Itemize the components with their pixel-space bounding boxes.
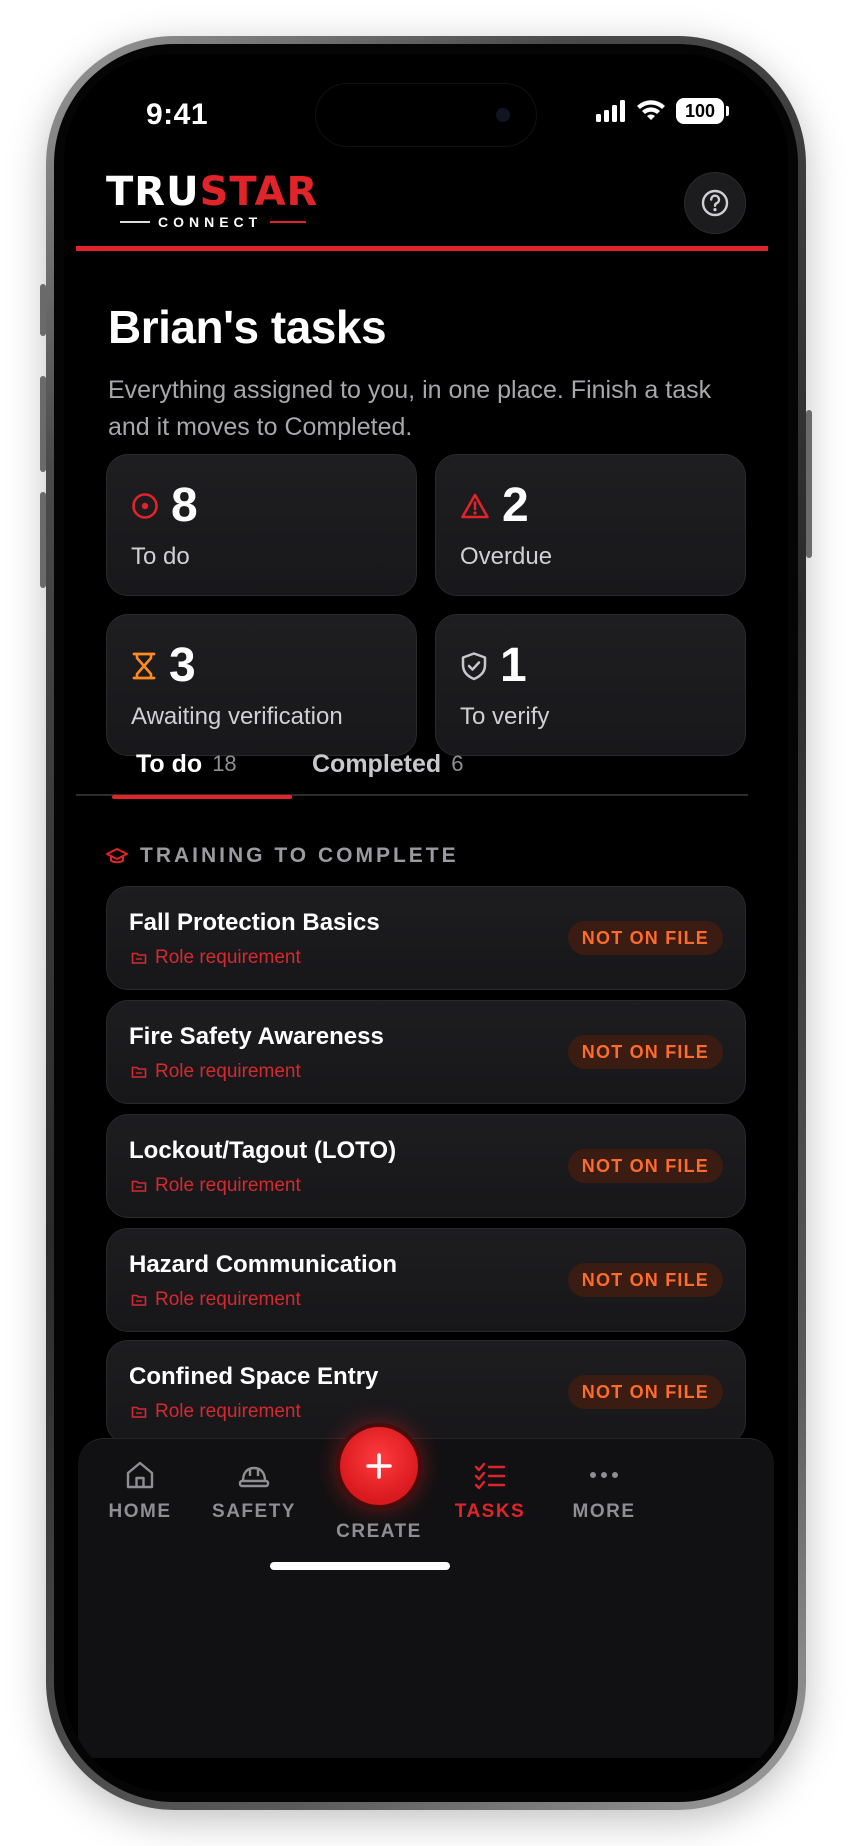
active-tab-indicator <box>112 795 292 799</box>
nav-tasks[interactable]: TASKS <box>430 1459 550 1523</box>
logo-text-star: STAR <box>199 169 319 215</box>
battery-icon: 100 <box>676 98 729 124</box>
stat-value: 2 <box>502 479 529 532</box>
folder-icon <box>131 1406 147 1418</box>
shield-check-icon <box>461 652 487 681</box>
camera-dot <box>496 108 510 122</box>
app-screen: 9:41 100 TRUSTAR CONNECT Brian's tasks E… <box>64 54 788 1792</box>
folder-icon <box>131 1180 147 1192</box>
checklist-icon <box>474 1462 506 1490</box>
status-time: 9:41 <box>146 98 209 131</box>
hourglass-icon <box>132 652 156 680</box>
section-title: TRAINING TO COMPLETE <box>140 844 459 867</box>
task-tag-label: Role requirement <box>155 1289 301 1310</box>
stats-grid: 8 To do 2 Overdue 3 Awaiting verificatio… <box>106 454 746 756</box>
help-button[interactable] <box>684 172 746 234</box>
hard-hat-icon <box>238 1466 270 1488</box>
nav-home[interactable]: HOME <box>80 1459 200 1523</box>
task-tag-label: Role requirement <box>155 1175 301 1196</box>
list-item[interactable]: Lockout/Tagout (LOTO) Role requirement N… <box>106 1114 746 1218</box>
volume-down-button <box>40 492 46 588</box>
tab-to-do[interactable]: To do 18 <box>112 732 292 799</box>
stat-value: 8 <box>171 479 198 532</box>
status-badge: NOT ON FILE <box>567 1035 723 1069</box>
dynamic-island <box>316 84 536 146</box>
tab-count: 18 <box>212 751 237 776</box>
create-button[interactable] <box>340 1427 418 1505</box>
status-badge: NOT ON FILE <box>567 1149 723 1183</box>
task-tag: Role requirement <box>131 1175 301 1197</box>
power-button <box>806 410 812 558</box>
status-badge: NOT ON FILE <box>567 1375 723 1409</box>
list-item[interactable]: Fire Safety Awareness Role requirement N… <box>106 1000 746 1104</box>
logo-text-tru: TRU <box>106 169 200 215</box>
logo-subtext: CONNECT <box>158 214 263 230</box>
folder-icon <box>131 1066 147 1078</box>
nav-more[interactable]: MORE <box>544 1459 664 1523</box>
task-title: Fall Protection Basics <box>129 909 380 936</box>
nav-label: MORE <box>572 1501 636 1522</box>
wifi-icon <box>637 100 665 120</box>
task-tag: Role requirement <box>131 1289 301 1311</box>
task-title: Fire Safety Awareness <box>129 1023 384 1050</box>
list-item[interactable]: Hazard Communication Role requirement NO… <box>106 1228 746 1332</box>
status-badge: NOT ON FILE <box>567 1263 723 1297</box>
task-tag-label: Role requirement <box>155 1401 301 1422</box>
home-indicator[interactable] <box>270 1562 450 1570</box>
page-subtitle: Everything assigned to you, in one place… <box>108 376 712 441</box>
task-tabs: To do 18 Completed 6 <box>76 732 748 799</box>
home-icon <box>126 1461 154 1489</box>
tab-count: 6 <box>451 751 464 776</box>
tab-label: To do <box>136 749 203 778</box>
tab-label: Completed <box>312 749 442 778</box>
bottom-tab-bar: HOME SAFETY CREATE TASKS MORE <box>78 1427 774 1758</box>
trustar-logo: TRUSTAR CONNECT <box>106 172 318 230</box>
folder-icon <box>131 1294 147 1306</box>
task-tag: Role requirement <box>131 1401 301 1423</box>
list-item[interactable]: Confined Space Entry Role requirement NO… <box>106 1340 746 1444</box>
graduation-cap-icon <box>106 848 128 864</box>
task-title: Hazard Communication <box>129 1251 398 1278</box>
section-heading: TRAINING TO COMPLETE <box>106 844 459 868</box>
task-title: Lockout/Tagout (LOTO) <box>129 1137 397 1164</box>
nav-label: TASKS <box>454 1501 526 1522</box>
stat-value: 3 <box>169 639 196 692</box>
task-tag-label: Role requirement <box>155 1061 301 1082</box>
volume-up-button <box>40 376 46 472</box>
action-button <box>40 284 46 336</box>
task-tag: Role requirement <box>131 1061 301 1083</box>
status-badge: NOT ON FILE <box>567 921 723 955</box>
nav-label: SAFETY <box>212 1501 296 1522</box>
tab-completed[interactable]: Completed 6 <box>286 732 463 796</box>
signal-icon <box>596 100 625 122</box>
stat-label: Overdue <box>460 543 553 570</box>
task-tag-label: Role requirement <box>155 947 301 968</box>
more-dots-icon <box>590 1472 618 1478</box>
stat-card-to-do[interactable]: 8 To do <box>106 454 417 596</box>
task-tag: Role requirement <box>131 947 301 969</box>
stat-label: Awaiting verification <box>131 703 343 730</box>
nav-label: HOME <box>108 1501 172 1522</box>
folder-icon <box>131 952 147 964</box>
stat-label: To verify <box>460 703 550 730</box>
list-item[interactable]: Fall Protection Basics Role requirement … <box>106 886 746 990</box>
plus-icon <box>366 1453 392 1479</box>
task-title: Confined Space Entry <box>129 1363 379 1390</box>
target-icon <box>132 493 158 519</box>
page-title: Brian's tasks <box>108 301 387 353</box>
stat-card-overdue[interactable]: 2 Overdue <box>435 454 746 596</box>
stat-value: 1 <box>500 639 527 692</box>
warning-triangle-icon <box>461 493 489 519</box>
header-divider <box>76 246 768 251</box>
question-circle-icon <box>701 189 729 217</box>
stat-label: To do <box>131 543 190 570</box>
status-icons: 100 <box>596 98 729 124</box>
create-label: CREATE <box>336 1521 422 1542</box>
nav-safety[interactable]: SAFETY <box>194 1459 314 1523</box>
